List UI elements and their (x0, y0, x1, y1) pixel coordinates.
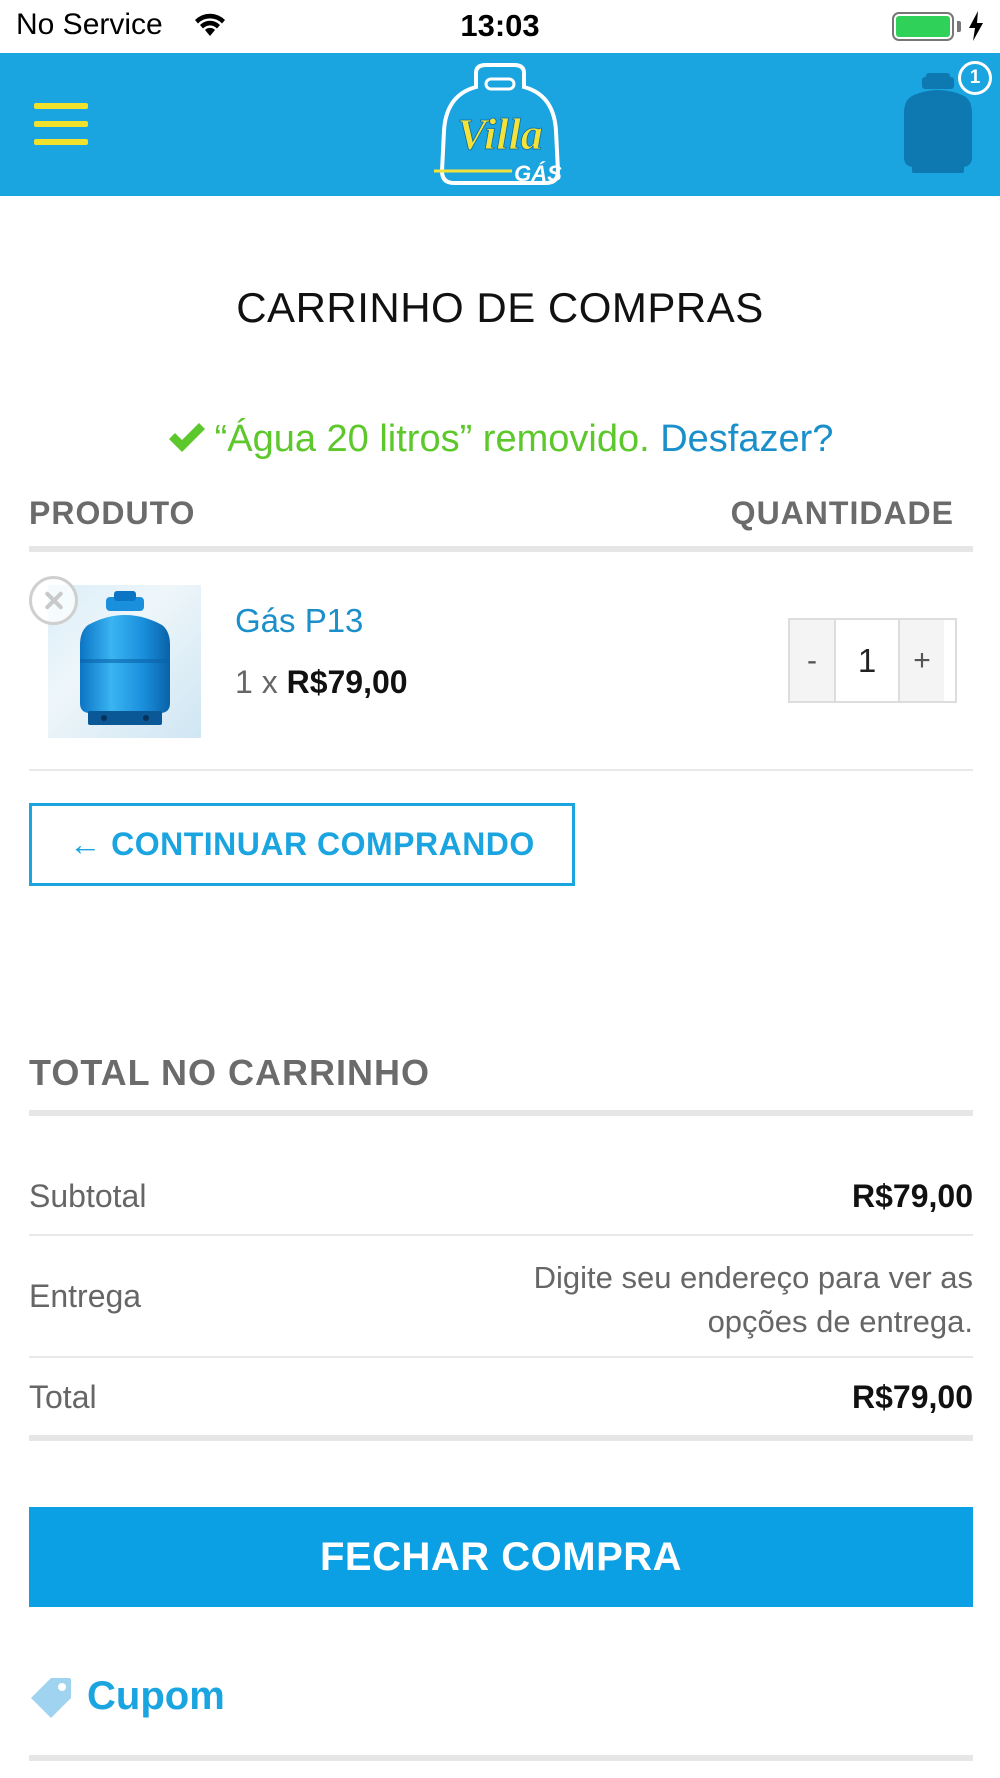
quantity-stepper: - 1 + (788, 618, 957, 703)
divider (29, 1356, 973, 1358)
divider (29, 769, 973, 771)
status-bar: No Service 13:03 (0, 0, 1000, 53)
charging-bolt-icon (969, 11, 983, 41)
tag-icon (31, 1678, 71, 1718)
hamburger-icon-bar (34, 121, 88, 127)
quantity-input[interactable]: 1 (834, 620, 900, 701)
removed-notice: “Água 20 litros” removido. Desfazer? (0, 418, 1000, 461)
battery-tip (957, 21, 961, 32)
quantity-prefix: 1 x (235, 664, 278, 700)
total-label: Total (29, 1379, 97, 1415)
villa-gas-logo[interactable]: Villa GÁS (428, 61, 572, 189)
svg-text:GÁS: GÁS (514, 161, 562, 186)
divider (29, 1110, 973, 1116)
cart-totals-title: TOTAL NO CARRINHO (29, 1052, 430, 1093)
battery-icon (892, 12, 954, 41)
checkmark-icon (168, 423, 205, 452)
svg-text:Villa: Villa (457, 110, 543, 159)
hamburger-icon (34, 103, 88, 109)
undo-link[interactable]: Desfazer? (660, 418, 833, 460)
shipping-info: Digite seu endereço para ver as opções d… (533, 1260, 973, 1339)
notice-message: “Água 20 litros” removido. (214, 418, 650, 460)
page-title: CARRINHO DE COMPRAS (236, 284, 764, 331)
hamburger-icon-bar (34, 139, 88, 145)
menu-button[interactable] (34, 103, 88, 145)
divider (29, 1755, 973, 1761)
column-header-product: PRODUTO (29, 495, 196, 531)
divider (29, 1435, 973, 1441)
continue-shopping-button[interactable]: ← CONTINUAR COMPRANDO (29, 803, 575, 886)
subtotal-label: Subtotal (29, 1178, 147, 1214)
decrease-quantity-button[interactable]: - (790, 620, 834, 701)
checkout-button[interactable]: FECHAR COMPRA (29, 1507, 973, 1607)
cart-count-badge: 1 (958, 61, 992, 95)
coupon-label: Cupom (87, 1674, 225, 1718)
increase-quantity-button[interactable]: + (900, 620, 944, 701)
clock: 13:03 (460, 8, 540, 43)
total-value: R$79,00 (852, 1379, 973, 1415)
divider (29, 546, 973, 552)
subtotal-value: R$79,00 (852, 1178, 973, 1214)
shipping-label: Entrega (29, 1278, 142, 1314)
app-header: Villa GÁS 1 (0, 53, 1000, 196)
remove-item-button[interactable] (29, 576, 78, 625)
divider (29, 1234, 973, 1236)
column-header-quantity: QUANTIDADE (730, 495, 954, 531)
product-name-link[interactable]: Gás P13 (235, 602, 363, 640)
product-price: 1 x R$79,00 (235, 664, 408, 701)
unit-price: R$79,00 (286, 664, 408, 700)
